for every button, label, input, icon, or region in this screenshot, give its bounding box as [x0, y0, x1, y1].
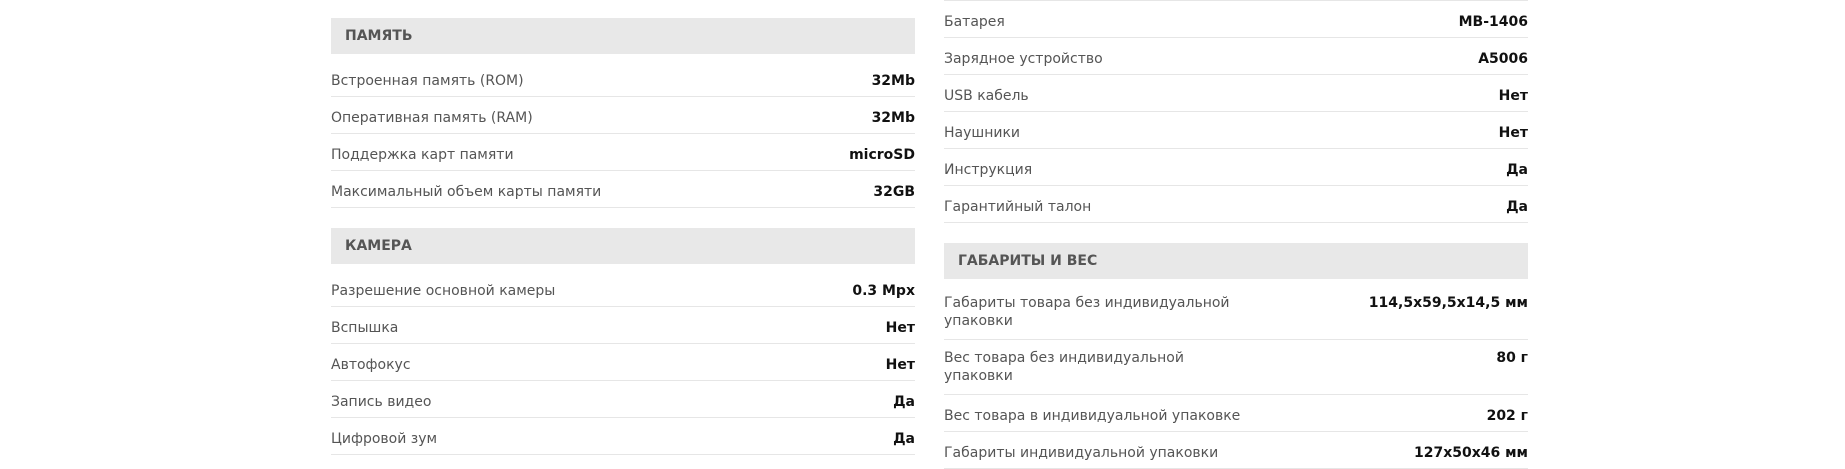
- spec-row: Разрешение основной камеры 0.3 Mpx: [331, 270, 915, 307]
- spec-value: 32Mb: [871, 73, 915, 89]
- spec-label: Зарядное устройство: [944, 51, 1103, 67]
- spec-value: Да: [893, 394, 915, 410]
- spec-row: Габариты товара без индивидуальной упако…: [944, 285, 1528, 340]
- spec-value: Нет: [1498, 125, 1528, 141]
- spec-label: Поддержка карт памяти: [331, 147, 514, 163]
- spec-label: Запись видео: [331, 394, 432, 410]
- spec-row: Инструкция Да: [944, 149, 1528, 186]
- spec-value: A5006: [1478, 51, 1528, 67]
- spec-row: Поддержка карт памяти microSD: [331, 134, 915, 171]
- spec-value: 32Mb: [871, 110, 915, 126]
- spec-label: Наушники: [944, 125, 1021, 141]
- spec-row: Батарея MB-1406: [944, 1, 1528, 38]
- spec-row: Гарантийный талон Да: [944, 186, 1528, 223]
- spec-label: Вес товара в индивидуальной упаковке: [944, 408, 1241, 424]
- spec-row: Вес товара без индивидуальной упаковки 8…: [944, 340, 1528, 395]
- spec-row: Зарядное устройство A5006: [944, 38, 1528, 75]
- spec-label: Габариты индивидуальной упаковки: [944, 445, 1219, 461]
- specs-left-column: ПАМЯТЬ Встроенная память (ROM) 32Mb Опер…: [331, 18, 915, 455]
- spec-row: Максимальный объем карты памяти 32GB: [331, 171, 915, 208]
- spec-label: Разрешение основной камеры: [331, 283, 556, 299]
- spec-value: 80 г: [1496, 350, 1528, 366]
- spec-value: 202 г: [1486, 408, 1528, 424]
- section-title-camera: КАМЕРА: [345, 238, 412, 254]
- spec-label: Габариты товара без индивидуальной упако…: [944, 295, 1230, 329]
- section-header-dimensions: ГАБАРИТЫ И ВЕС: [944, 243, 1528, 279]
- spec-label: Оперативная память (RAM): [331, 110, 533, 126]
- spec-label: Батарея: [944, 14, 1005, 30]
- spec-row: Наушники Нет: [944, 112, 1528, 149]
- spec-label: Автофокус: [331, 357, 411, 373]
- spec-value: Да: [893, 431, 915, 447]
- spec-value: Нет: [885, 320, 915, 336]
- spec-row: Вспышка Нет: [331, 307, 915, 344]
- section-header-camera: КАМЕРА: [331, 228, 915, 264]
- spec-value: Да: [1506, 162, 1528, 178]
- spec-value: 127x50x46 мм: [1413, 445, 1528, 461]
- spec-label: Вспышка: [331, 320, 399, 336]
- spec-value: Да: [1506, 199, 1528, 215]
- spec-row: USB кабель Нет: [944, 75, 1528, 112]
- spec-row: Оперативная память (RAM) 32Mb: [331, 97, 915, 134]
- spec-row: Запись видео Да: [331, 381, 915, 418]
- specs-right-column: Батарея MB-1406 Зарядное устройство A500…: [944, 0, 1528, 469]
- spec-row: Габариты индивидуальной упаковки 127x50x…: [944, 432, 1528, 469]
- spec-label: USB кабель: [944, 88, 1029, 104]
- spec-row: Встроенная память (ROM) 32Mb: [331, 60, 915, 97]
- spec-value: microSD: [849, 147, 915, 163]
- spec-value: 114,5x59,5x14,5 мм: [1368, 295, 1528, 311]
- spec-label: Цифровой зум: [331, 431, 438, 447]
- spec-label: Максимальный объем карты памяти: [331, 184, 602, 200]
- spec-label: Встроенная память (ROM): [331, 73, 524, 89]
- spec-value: 32GB: [873, 184, 915, 200]
- section-title-memory: ПАМЯТЬ: [345, 28, 413, 44]
- spec-row: Цифровой зум Да: [331, 418, 915, 455]
- section-title-dimensions: ГАБАРИТЫ И ВЕС: [958, 253, 1098, 269]
- spec-value: Нет: [885, 357, 915, 373]
- spec-label: Инструкция: [944, 162, 1033, 178]
- spec-label: Вес товара без индивидуальной упаковки: [944, 350, 1184, 384]
- spec-value: 0.3 Mpx: [852, 283, 915, 299]
- section-header-memory: ПАМЯТЬ: [331, 18, 915, 54]
- spec-label: Гарантийный талон: [944, 199, 1092, 215]
- spec-value: Нет: [1498, 88, 1528, 104]
- spec-value: MB-1406: [1458, 14, 1528, 30]
- spec-row: Вес товара в индивидуальной упаковке 202…: [944, 395, 1528, 432]
- spec-row: Автофокус Нет: [331, 344, 915, 381]
